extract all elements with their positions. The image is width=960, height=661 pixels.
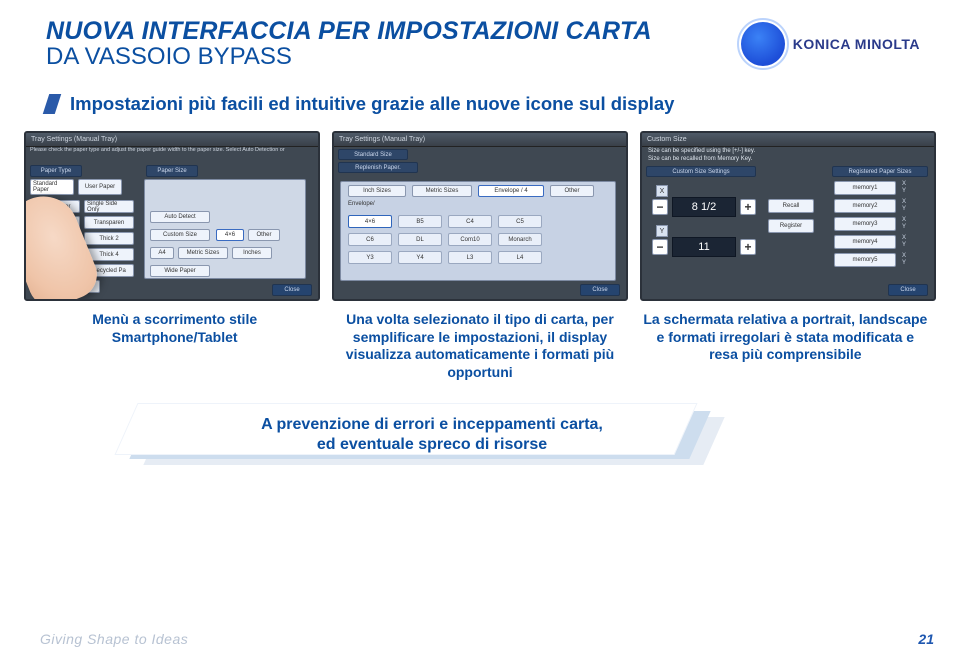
y-plus-button[interactable]: + [740, 239, 756, 255]
screenshot-size-grid: Tray Settings (Manual Tray) Standard Siz… [332, 131, 628, 301]
size-c4[interactable]: C4 [448, 215, 492, 228]
callout-text: A prevenzione di errori e inceppamenti c… [172, 409, 692, 461]
group-label: Envelope/ [348, 201, 375, 207]
callout: A prevenzione di errori e inceppamenti c… [0, 409, 960, 479]
size-y3[interactable]: Y3 [348, 251, 392, 264]
bullet-icon [43, 94, 61, 114]
hint2: Size can be recalled from Memory Key. [648, 156, 752, 162]
window-title: Tray Settings (Manual Tray) [334, 133, 626, 147]
x-plus-button[interactable]: + [740, 199, 756, 215]
y-minus-button[interactable]: − [652, 239, 668, 255]
btn-other[interactable]: Other [248, 229, 280, 241]
row-replenish[interactable]: Replenish Paper. [338, 162, 418, 173]
row-standard[interactable]: Standard Size [338, 149, 408, 160]
x-minus-button[interactable]: − [652, 199, 668, 215]
tab-other[interactable]: Other [550, 185, 594, 197]
size-com10[interactable]: Com10 [448, 233, 492, 246]
lead-row: Impostazioni più facili ed intuitive gra… [46, 93, 960, 115]
btn-transparency[interactable]: Transparen [84, 216, 134, 229]
callout-line1: A prevenzione di errori e inceppamenti c… [261, 415, 603, 435]
tab-paper-type[interactable]: Paper Type [30, 165, 82, 177]
btn-custom-size[interactable]: Custom Size [150, 229, 210, 241]
footer-tagline: Giving Shape to Ideas [40, 631, 188, 647]
brand-mark-icon [741, 22, 785, 66]
hint1: Size can be specified using the [+/-] ke… [648, 148, 755, 154]
brand-logo: KONICA MINOLTA [741, 18, 920, 69]
title-line-2: DA VASSOIO BYPASS [46, 44, 652, 69]
label-x: X [656, 185, 668, 197]
tab-envelope[interactable]: Envelope / 4 [478, 185, 544, 197]
screenshot-tray-settings: Tray Settings (Manual Tray) Please check… [24, 131, 320, 301]
btn-wide-paper[interactable]: Wide Paper [150, 265, 210, 277]
window-title: Tray Settings (Manual Tray) [26, 133, 318, 147]
title-line-1: NUOVA INTERFACCIA PER IMPOSTAZIONI CARTA [46, 18, 652, 45]
screenshots-row: Tray Settings (Manual Tray) Please check… [0, 125, 960, 301]
size-c5[interactable]: C5 [498, 215, 542, 228]
hint-text: Please check the paper type and adjust t… [30, 147, 314, 153]
callout-line2: ed eventuale spreco di risorse [317, 435, 547, 455]
lead-text: Impostazioni più facili ed intuitive gra… [70, 93, 674, 115]
memory2[interactable]: memory2 [834, 199, 896, 213]
page-number: 21 [918, 631, 934, 647]
title-block: NUOVA INTERFACCIA PER IMPOSTAZIONI CARTA… [46, 18, 652, 69]
memory3[interactable]: memory3 [834, 217, 896, 231]
btn-inches[interactable]: Inches [232, 247, 272, 259]
btn-a4[interactable]: A4 [150, 247, 174, 259]
label-y: Y [656, 225, 668, 237]
size-c6[interactable]: C6 [348, 233, 392, 246]
memory4[interactable]: memory4 [834, 235, 896, 249]
size-4x6[interactable]: 4×6 [348, 215, 392, 228]
tab-paper-size[interactable]: Paper Size [146, 165, 198, 177]
mem-xy-5: XY [902, 253, 906, 267]
window-title: Custom Size [642, 133, 934, 147]
register-button[interactable]: Register [768, 219, 814, 233]
x-value: 8 1/2 [672, 197, 736, 217]
mem-xy-2: XY [902, 199, 906, 213]
size-y4[interactable]: Y4 [398, 251, 442, 264]
y-value: 11 [672, 237, 736, 257]
btn-single-side[interactable]: Single Side Only [84, 200, 134, 213]
tab-standard-paper[interactable]: Standard Paper [30, 179, 74, 195]
caption-2: Una volta selezionato il tipo di carta, … [335, 311, 624, 381]
mem-xy-1: XY [902, 181, 906, 195]
brand-name: KONICA MINOLTA [793, 36, 920, 52]
memory5[interactable]: memory5 [834, 253, 896, 267]
caption-3: La schermata relativa a portrait, landsc… [641, 311, 930, 381]
close-button[interactable]: Close [888, 284, 928, 296]
btn-thick2[interactable]: Thick 2 [84, 232, 134, 245]
mem-xy-3: XY [902, 217, 906, 231]
tab-metric[interactable]: Metric Sizes [412, 185, 472, 197]
screenshot-custom-size: Custom Size Size can be specified using … [640, 131, 936, 301]
recall-button[interactable]: Recall [768, 199, 814, 213]
size-b5[interactable]: B5 [398, 215, 442, 228]
section-registered: Registered Paper Sizes [832, 166, 928, 177]
mem-xy-4: XY [902, 235, 906, 249]
size-l3[interactable]: L3 [448, 251, 492, 264]
btn-4x6[interactable]: 4×6 [216, 229, 244, 241]
memory1[interactable]: memory1 [834, 181, 896, 195]
slide-header: NUOVA INTERFACCIA PER IMPOSTAZIONI CARTA… [0, 0, 960, 75]
caption-1: Menù a scorrimento stile Smartphone/Tabl… [30, 311, 319, 381]
btn-metric[interactable]: Metric Sizes [178, 247, 228, 259]
section-custom: Custom Size Settings [646, 166, 756, 177]
tab-user-paper[interactable]: User Paper [78, 179, 122, 195]
size-l4[interactable]: L4 [498, 251, 542, 264]
tab-inch[interactable]: Inch Sizes [348, 185, 406, 197]
close-button[interactable]: Close [272, 284, 312, 296]
btn-auto-detect[interactable]: Auto Detect [150, 211, 210, 223]
size-monarch[interactable]: Monarch [498, 233, 542, 246]
captions-row: Menù a scorrimento stile Smartphone/Tabl… [0, 301, 960, 381]
close-button[interactable]: Close [580, 284, 620, 296]
size-dl[interactable]: DL [398, 233, 442, 246]
